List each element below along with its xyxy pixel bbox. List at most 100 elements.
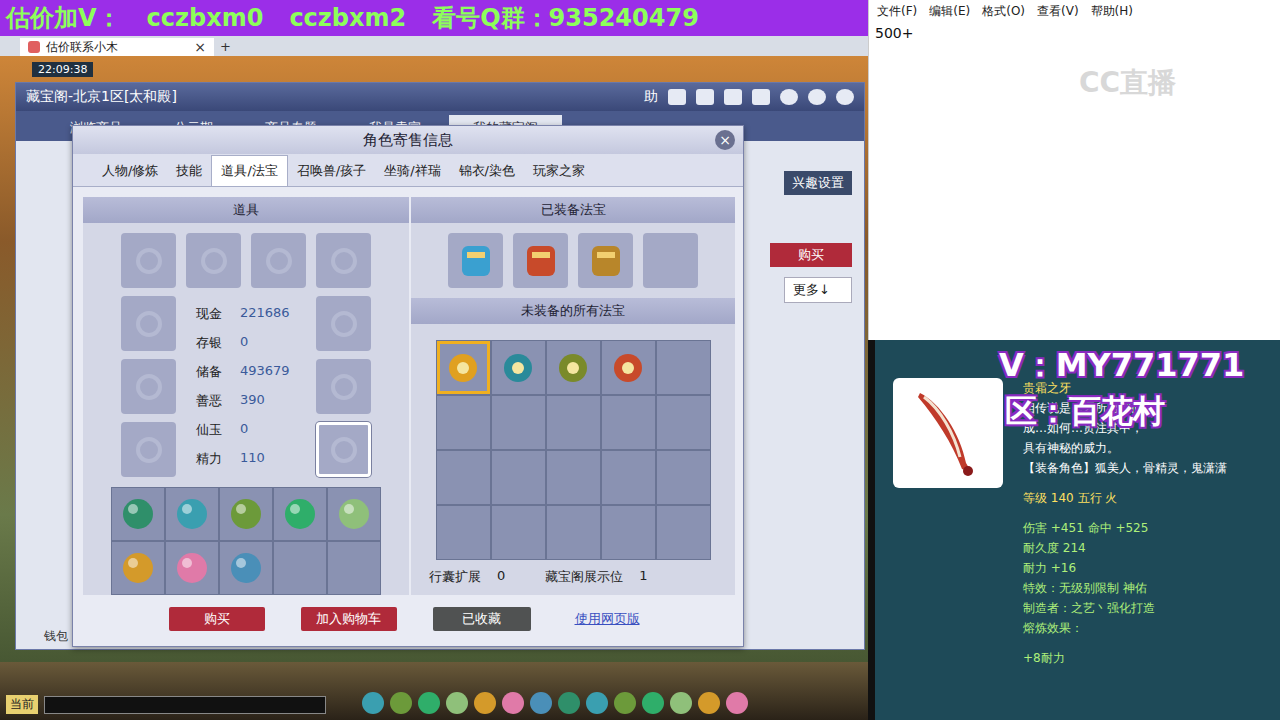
artifact-slot[interactable] — [657, 451, 710, 504]
footer-stats: 行囊扩展0藏宝阁展示位1 — [411, 560, 735, 594]
dialog-button[interactable]: 加入购物车 — [301, 607, 397, 631]
dialog-tab[interactable]: 坐骑/祥瑞 — [375, 156, 449, 186]
item-tooltip: 贵霜之牙相传说是…牙所雕刻而成…如何…贯注其中，具有神秘的威力。【装备角色】狐美… — [875, 340, 1280, 720]
dialog-button[interactable]: 购买 — [169, 607, 265, 631]
chat-input[interactable] — [44, 696, 326, 714]
artifact-slot[interactable] — [657, 506, 710, 559]
toolbar-icon[interactable] — [362, 692, 384, 714]
artifact-slot[interactable] — [657, 396, 710, 449]
toolbar-icon[interactable] — [586, 692, 608, 714]
artifact-slot[interactable] — [657, 341, 710, 394]
dialog-tab[interactable]: 召唤兽/孩子 — [288, 156, 375, 186]
close-tab-button[interactable]: × — [194, 39, 206, 55]
window-title-bar: 藏宝阁-北京1区[太和殿]助 — [16, 83, 864, 111]
cart-icon[interactable] — [752, 89, 770, 105]
pen-icon[interactable] — [668, 89, 686, 105]
text-area[interactable]: 500+CC直播 — [869, 22, 1280, 340]
equipment-slot[interactable] — [251, 233, 306, 288]
artifact-slot[interactable] — [602, 506, 655, 559]
help-button[interactable]: 助 — [644, 88, 658, 106]
artifact-slot[interactable] — [492, 396, 545, 449]
dialog-tab[interactable]: 玩家之家 — [524, 156, 594, 186]
chat-icon[interactable] — [724, 89, 742, 105]
side-button[interactable]: 兴趣设置 — [784, 171, 852, 195]
stat-value: 0 — [240, 421, 248, 439]
toolbar-icon[interactable] — [418, 692, 440, 714]
settings-icon[interactable] — [808, 89, 826, 105]
bag-slot[interactable] — [328, 488, 380, 540]
equipment-slot[interactable] — [316, 296, 371, 351]
equipment-slot[interactable] — [121, 422, 176, 477]
artifact-slot[interactable] — [513, 233, 568, 288]
artifact-slot[interactable] — [547, 451, 600, 504]
detail-line: 伤害 +451 命中 +525 — [1023, 518, 1227, 538]
new-tab-button[interactable]: + — [220, 39, 231, 56]
menu-item[interactable]: 帮助(H) — [1091, 3, 1133, 20]
close-icon[interactable] — [836, 89, 854, 105]
artifact-slot[interactable] — [437, 341, 490, 394]
toolbar-icon[interactable] — [474, 692, 496, 714]
artifact-slot[interactable] — [602, 396, 655, 449]
artifact-slot[interactable] — [437, 396, 490, 449]
dialog-tab[interactable]: 道具/法宝 — [211, 155, 287, 186]
bag-slot[interactable] — [112, 542, 164, 594]
dialog-tabs: 人物/修炼技能道具/法宝召唤兽/孩子坐骑/祥瑞锦衣/染色玩家之家 — [73, 154, 743, 187]
artifact-slot[interactable] — [547, 506, 600, 559]
toolbar-icon[interactable] — [614, 692, 636, 714]
artifact-slot[interactable] — [578, 233, 633, 288]
equipment-slot[interactable] — [316, 422, 371, 477]
minimize-icon[interactable] — [780, 89, 798, 105]
side-button[interactable]: 更多↓ — [784, 277, 852, 303]
toolbar-icon[interactable] — [446, 692, 468, 714]
dialog-close-button[interactable]: × — [715, 130, 735, 150]
toolbar-icon[interactable] — [726, 692, 748, 714]
equipment-slot[interactable] — [121, 359, 176, 414]
artifact-slot[interactable] — [602, 341, 655, 394]
menu-item[interactable]: 查看(V) — [1037, 3, 1079, 20]
toolbar-icon[interactable] — [530, 692, 552, 714]
toolbar-icon[interactable] — [642, 692, 664, 714]
channel-label[interactable]: 当前 — [6, 695, 38, 714]
dialog-button[interactable]: 已收藏 — [433, 607, 531, 631]
record-icon[interactable] — [696, 89, 714, 105]
toolbar-icon[interactable] — [670, 692, 692, 714]
artifact-slot[interactable] — [492, 451, 545, 504]
dialog-button[interactable]: 使用网页版 — [567, 607, 648, 631]
equipment-slot[interactable] — [316, 359, 371, 414]
bag-slot[interactable] — [274, 488, 326, 540]
equipment-slot[interactable] — [121, 296, 176, 351]
artifact-slot[interactable] — [437, 506, 490, 559]
bag-slot[interactable] — [166, 488, 218, 540]
toolbar-icon[interactable] — [502, 692, 524, 714]
menu-item[interactable]: 格式(O) — [982, 3, 1025, 20]
bag-slot[interactable] — [112, 488, 164, 540]
equipment-slot[interactable] — [121, 233, 176, 288]
bag-slot[interactable] — [220, 542, 272, 594]
artifact-slot[interactable] — [602, 451, 655, 504]
dialog-tab[interactable]: 人物/修炼 — [93, 156, 167, 186]
toolbar-icon[interactable] — [558, 692, 580, 714]
artifact-slot[interactable] — [448, 233, 503, 288]
equipment-slot[interactable] — [186, 233, 241, 288]
bag-slot[interactable] — [220, 488, 272, 540]
menu-item[interactable]: 编辑(E) — [929, 3, 970, 20]
side-button[interactable]: 购买 — [770, 243, 852, 267]
browser-tab[interactable]: 估价联系小木× — [20, 38, 214, 56]
dialog-tab[interactable]: 锦衣/染色 — [450, 156, 524, 186]
artifact-slot[interactable] — [492, 341, 545, 394]
equipment-slot[interactable] — [316, 233, 371, 288]
bag-slot[interactable] — [328, 542, 380, 594]
page-icon — [28, 41, 40, 53]
menu-item[interactable]: 文件(F) — [877, 3, 917, 20]
bag-slot[interactable] — [274, 542, 326, 594]
artifact-slot[interactable] — [492, 506, 545, 559]
artifact-slot[interactable] — [437, 451, 490, 504]
artifact-slot[interactable] — [547, 341, 600, 394]
artifact-slot[interactable] — [643, 233, 698, 288]
toolbar-icon[interactable] — [390, 692, 412, 714]
role-sale-dialog: 角色寄售信息×人物/修炼技能道具/法宝召唤兽/孩子坐骑/祥瑞锦衣/染色玩家之家道… — [72, 125, 744, 647]
artifact-slot[interactable] — [547, 396, 600, 449]
dialog-tab[interactable]: 技能 — [167, 156, 211, 186]
bag-slot[interactable] — [166, 542, 218, 594]
toolbar-icon[interactable] — [698, 692, 720, 714]
